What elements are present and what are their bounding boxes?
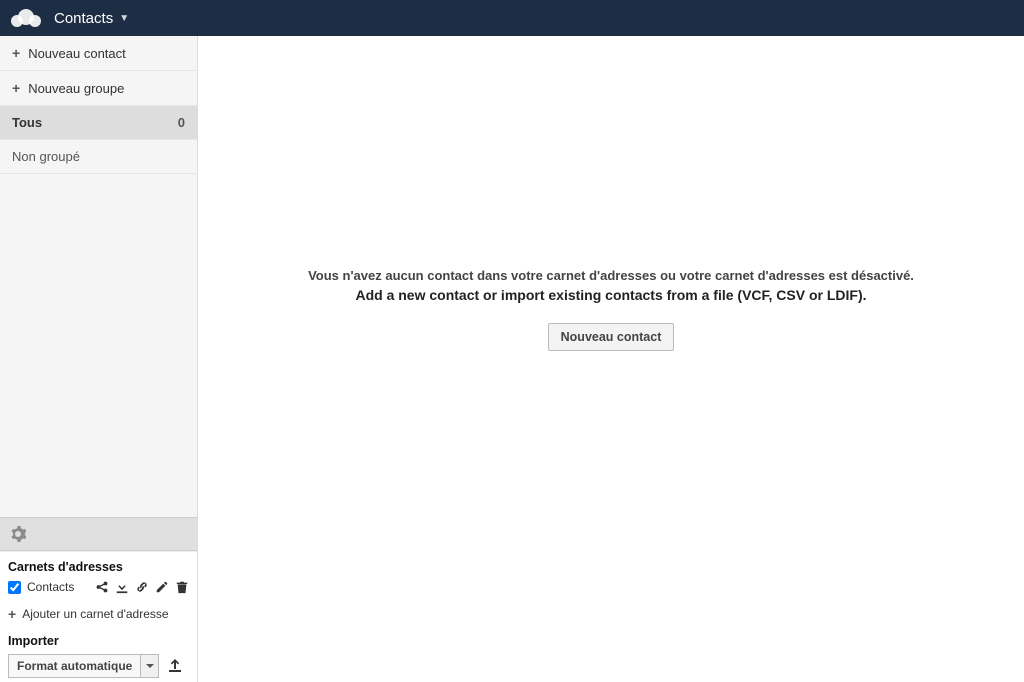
empty-state: Vous n'avez aucun contact dans votre car… xyxy=(198,268,1024,351)
plus-icon: + xyxy=(12,80,20,96)
import-heading: Importer xyxy=(8,634,189,648)
app-header: Contacts ▼ xyxy=(0,0,1024,36)
group-label: Non groupé xyxy=(12,149,80,164)
addressbook-name: Contacts xyxy=(27,580,74,594)
import-format-label: Format automatique xyxy=(9,655,140,677)
plus-icon: + xyxy=(12,45,20,61)
upload-button[interactable] xyxy=(167,657,183,676)
new-contact-nav[interactable]: + Nouveau contact xyxy=(0,36,197,71)
app-title-label: Contacts xyxy=(54,10,113,27)
addressbook-checkbox[interactable] xyxy=(8,581,21,594)
group-label: Tous xyxy=(12,115,42,130)
new-contact-label: Nouveau contact xyxy=(28,46,126,61)
group-count: 0 xyxy=(178,115,185,130)
chevron-down-icon[interactable] xyxy=(140,655,158,677)
group-all[interactable]: Tous 0 xyxy=(0,106,197,140)
share-icon[interactable] xyxy=(95,580,109,594)
import-format-select[interactable]: Format automatique xyxy=(8,654,159,678)
edit-icon[interactable] xyxy=(155,580,169,594)
download-icon[interactable] xyxy=(115,580,129,594)
plus-icon: + xyxy=(8,606,16,622)
addressbooks-heading: Carnets d'adresses xyxy=(8,560,189,574)
addressbook-toggle[interactable]: Contacts xyxy=(8,580,74,594)
caret-down-icon: ▼ xyxy=(119,13,129,24)
app-switcher[interactable]: Contacts ▼ xyxy=(54,10,129,27)
main-content: Vous n'avez aucun contact dans votre car… xyxy=(198,36,1024,682)
new-group-nav[interactable]: + Nouveau groupe xyxy=(0,71,197,106)
add-addressbook-label: Ajouter un carnet d'adresse xyxy=(22,607,168,621)
new-group-label: Nouveau groupe xyxy=(28,81,124,96)
settings-panel: Carnets d'adresses Contacts + Ajouter un… xyxy=(0,551,197,682)
owncloud-logo[interactable] xyxy=(6,3,46,33)
new-contact-button[interactable]: Nouveau contact xyxy=(548,323,675,351)
sidebar: + Nouveau contact + Nouveau groupe Tous … xyxy=(0,36,198,682)
add-addressbook[interactable]: + Ajouter un carnet d'adresse xyxy=(8,600,189,628)
addressbook-row: Contacts xyxy=(8,578,189,600)
delete-icon[interactable] xyxy=(175,580,189,594)
empty-line2: Add a new contact or import existing con… xyxy=(198,287,1024,303)
group-ungrouped[interactable]: Non groupé xyxy=(0,140,197,174)
gear-icon xyxy=(10,526,26,542)
settings-toggle[interactable] xyxy=(0,517,197,551)
empty-line1: Vous n'avez aucun contact dans votre car… xyxy=(198,268,1024,283)
link-icon[interactable] xyxy=(135,580,149,594)
